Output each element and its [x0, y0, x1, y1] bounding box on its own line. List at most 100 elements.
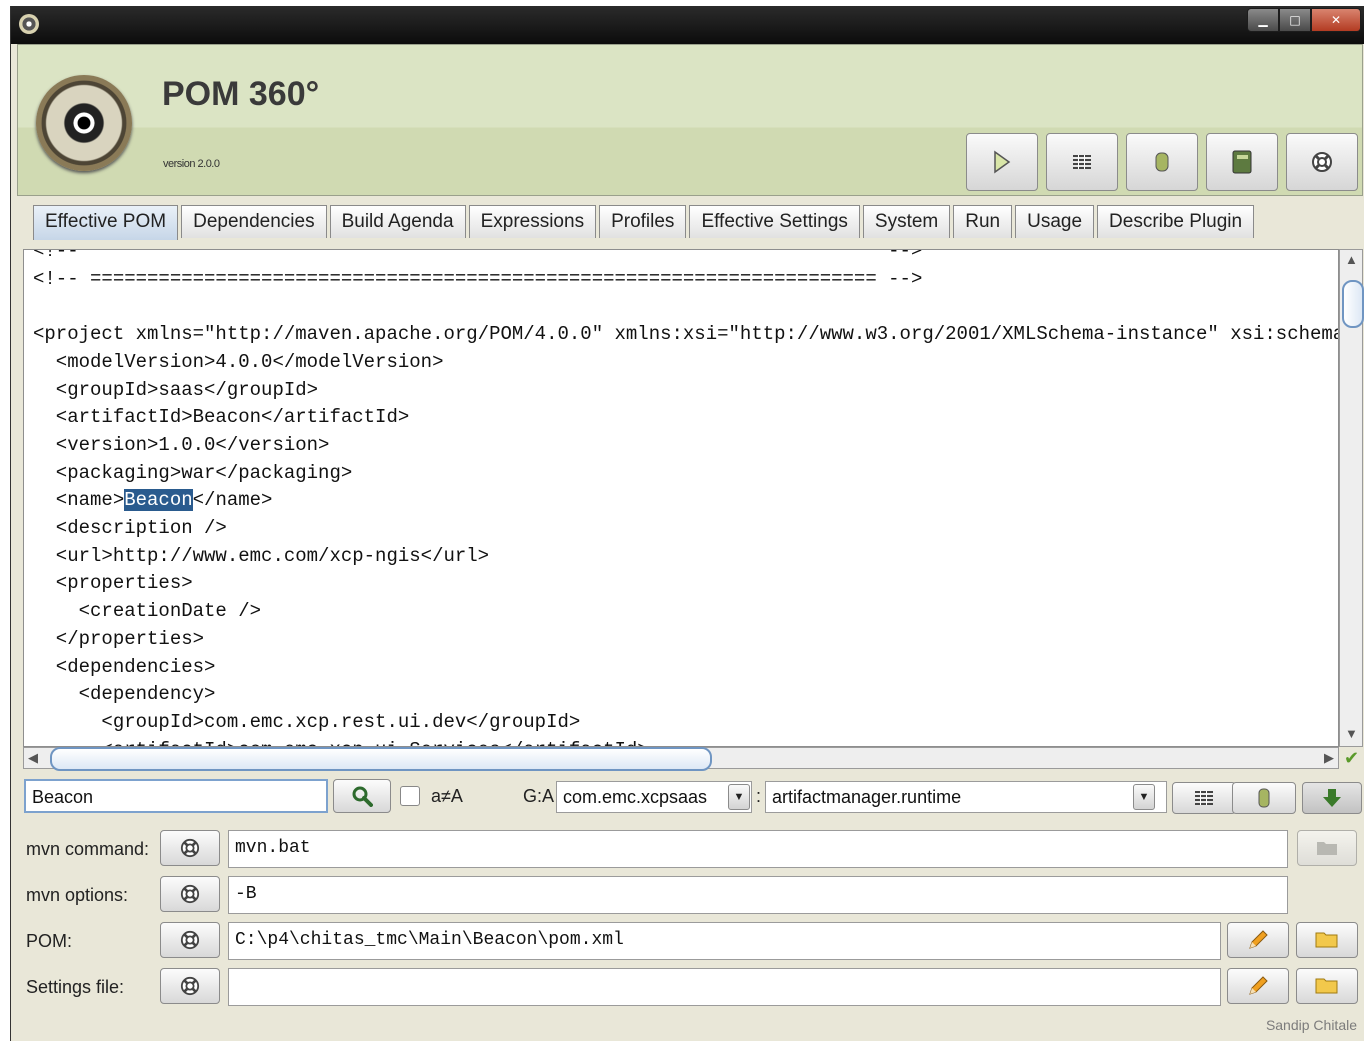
lifebuoy-icon: [180, 838, 200, 858]
notebook-button[interactable]: [1206, 133, 1278, 191]
code-line: <groupId>com.emc.xcp.rest.ui.dev</groupI…: [33, 710, 581, 733]
scroll-up-icon[interactable]: ▲: [1345, 252, 1358, 267]
app-menu-icon[interactable]: [19, 14, 39, 34]
pom-label: POM:: [26, 931, 73, 951]
artifact-id-dropdown-icon[interactable]: ▼: [1133, 784, 1155, 810]
code-line: <creationDate />: [33, 600, 262, 623]
folder-icon: [1317, 842, 1337, 855]
cylinder-icon: [1155, 152, 1169, 172]
vertical-scrollbar[interactable]: ▲ ▼: [1339, 249, 1364, 747]
mvn-command-help-button[interactable]: [160, 830, 220, 866]
scroll-right-icon[interactable]: ▶: [1324, 750, 1334, 766]
mvn-command-field[interactable]: mvn.bat: [228, 830, 1288, 868]
artifact-list-button[interactable]: [1172, 782, 1236, 814]
folder-icon: [1315, 932, 1338, 948]
mvn-options-help-button[interactable]: [160, 876, 220, 912]
repository-button[interactable]: [1126, 133, 1198, 191]
code-line-suffix: </name>: [192, 489, 273, 512]
close-button[interactable]: ✕: [1311, 8, 1361, 32]
tab-bar: Effective POM Dependencies Build Agenda …: [33, 205, 1257, 240]
tab-system[interactable]: System: [862, 205, 951, 238]
list-icon: [1073, 155, 1091, 169]
tab-describe-plugin[interactable]: Describe Plugin: [1097, 205, 1255, 238]
code-line: <packaging>war</packaging>: [33, 461, 353, 484]
settings-file-field[interactable]: [228, 968, 1221, 1006]
vertical-scroll-thumb[interactable]: [1342, 280, 1364, 328]
ga-label: G:A: [523, 786, 555, 806]
group-id-value: com.emc.xcpsaas: [563, 787, 708, 807]
run-icon: [994, 150, 1011, 174]
settings-edit-button[interactable]: [1227, 968, 1289, 1004]
search-input[interactable]: Beacon: [24, 779, 328, 813]
horizontal-scrollbar[interactable]: ◀ ▶: [23, 747, 1339, 771]
tab-effective-settings[interactable]: Effective Settings: [689, 205, 860, 238]
app-version: version 2.0.0: [163, 158, 220, 170]
tab-build-agenda[interactable]: Build Agenda: [329, 205, 466, 238]
settings-file-label: Settings file:: [26, 977, 125, 997]
download-button[interactable]: [1302, 782, 1362, 814]
code-line: <!-- ===================================…: [33, 267, 923, 290]
pom-browse-button[interactable]: [1296, 922, 1358, 958]
code-line: <dependencies>: [33, 655, 216, 678]
mvn-command-label: mvn command:: [26, 839, 150, 859]
compass-logo-icon: [36, 75, 132, 171]
code-line: <project xmlns="http://maven.apache.org/…: [33, 323, 1338, 346]
artifact-id-value: artifactmanager.runtime: [772, 787, 962, 807]
settings-help-button[interactable]: [160, 968, 220, 1004]
list-button[interactable]: [1046, 133, 1118, 191]
search-icon: [352, 786, 373, 807]
tab-usage[interactable]: Usage: [1015, 205, 1095, 238]
folder-icon: [1315, 978, 1338, 994]
scroll-down-icon[interactable]: ▼: [1345, 726, 1358, 741]
pom-edit-button[interactable]: [1227, 922, 1289, 958]
list-icon: [1195, 791, 1213, 805]
run-button[interactable]: [966, 133, 1038, 191]
code-line: <groupId>saas</groupId>: [33, 378, 319, 401]
title-bar: ▁ □ ✕: [11, 6, 1364, 44]
tab-expressions[interactable]: Expressions: [468, 205, 597, 238]
mvn-options-label: mvn options:: [26, 885, 129, 905]
minimize-button[interactable]: ▁: [1247, 8, 1279, 32]
pencil-icon: [1249, 930, 1268, 949]
code-line: <version>1.0.0</version>: [33, 433, 330, 456]
code-line: <url>http://www.emc.com/xcp-ngis</url>: [33, 544, 490, 567]
case-sensitive-label: a≠A: [431, 786, 463, 806]
mvn-command-browse-button[interactable]: [1297, 830, 1357, 866]
code-line-prefix: <name>: [33, 489, 125, 512]
check-icon: ✔: [1344, 748, 1360, 768]
tab-run[interactable]: Run: [953, 205, 1013, 238]
pom-code: <!-- --> <!-- ==========================…: [24, 250, 1338, 746]
horizontal-scroll-thumb[interactable]: [50, 747, 712, 771]
ga-separator: :: [756, 786, 762, 806]
artifact-id-combo[interactable]: artifactmanager.runtime: [765, 781, 1167, 813]
artifact-repository-button[interactable]: [1232, 782, 1296, 814]
author-credit: Sandip Chitale: [1265, 1017, 1357, 1033]
maximize-button[interactable]: □: [1279, 8, 1311, 32]
group-id-dropdown-icon[interactable]: ▼: [728, 784, 750, 810]
lifebuoy-icon: [1312, 152, 1332, 172]
download-arrow-icon: [1323, 789, 1341, 807]
code-line: <modelVersion>4.0.0</modelVersion>: [33, 350, 444, 373]
tab-profiles[interactable]: Profiles: [599, 205, 687, 238]
lifebuoy-icon: [180, 930, 200, 950]
pom-text-area[interactable]: <!-- --> <!-- ==========================…: [23, 249, 1339, 747]
pencil-icon: [1249, 976, 1268, 995]
search-button[interactable]: [333, 779, 391, 813]
group-id-combo[interactable]: com.emc.xcpsaas: [556, 781, 752, 813]
code-line: </properties>: [33, 627, 205, 650]
notebook-icon: [1232, 150, 1252, 174]
pom-help-button[interactable]: [160, 922, 220, 958]
help-button[interactable]: [1286, 133, 1358, 191]
pom-path-field[interactable]: C:\p4\chitas_tmc\Main\Beacon\pom.xml: [228, 922, 1221, 960]
mvn-options-field[interactable]: -B: [228, 876, 1288, 914]
settings-browse-button[interactable]: [1296, 968, 1358, 1004]
app-window: ▁ □ ✕ POM 360° version 2.0.0 Effective P…: [10, 6, 1364, 1041]
tab-dependencies[interactable]: Dependencies: [181, 205, 327, 238]
tab-effective-pom[interactable]: Effective POM: [33, 205, 179, 240]
code-line: <artifactId>com.emc.xcp.ui.Services</art…: [33, 739, 648, 746]
cylinder-icon: [1258, 788, 1270, 808]
scroll-left-icon[interactable]: ◀: [28, 750, 38, 766]
case-sensitive-checkbox[interactable]: [400, 786, 420, 806]
code-line: <description />: [33, 517, 227, 540]
app-title: POM 360°: [162, 75, 320, 113]
